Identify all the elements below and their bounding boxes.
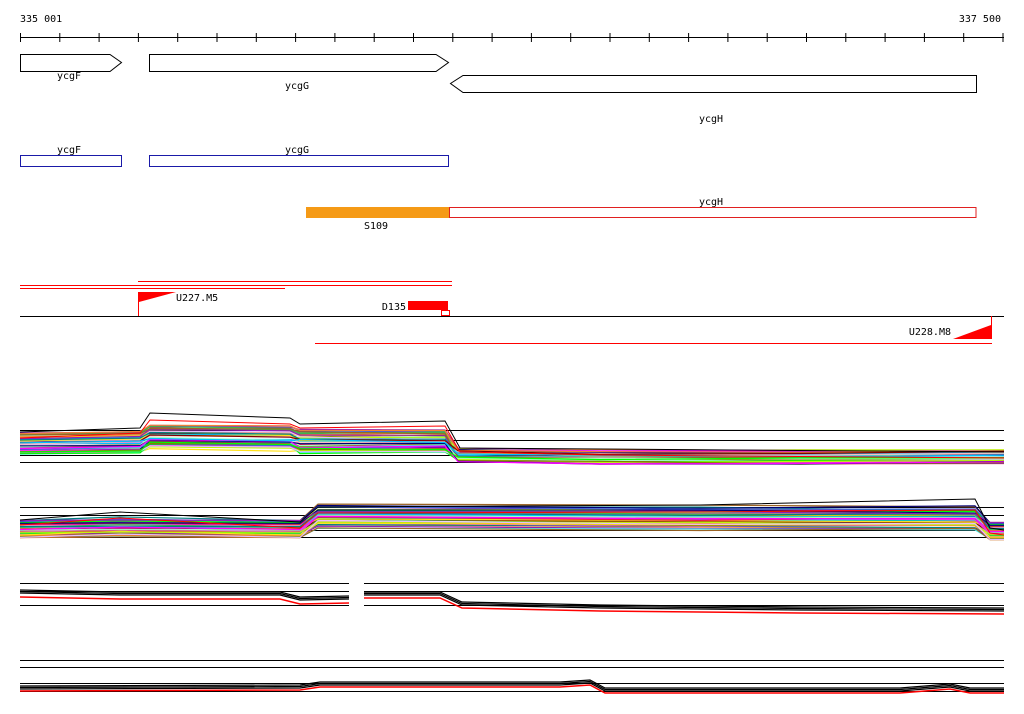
cds-label-ycgf: ycgF xyxy=(57,145,81,156)
gene-arrow-ycgg[interactable] xyxy=(149,54,450,72)
genome-browser-canvas: 335 001 337 500 ycgF ycgG ycgH ycgF ycgG… xyxy=(19,14,1005,694)
feature-label-d135: D135 xyxy=(382,302,406,313)
cds-track: ycgF ycgG xyxy=(20,145,449,167)
region-segment-label: S109 xyxy=(364,221,388,232)
feature-label-u228: U228.M8 xyxy=(909,327,951,338)
gene-label-ycgf: ycgF xyxy=(57,71,81,82)
expression-panel-4 xyxy=(19,660,1004,694)
region-track: ycgH S109 xyxy=(306,197,977,232)
expression-panel-3 xyxy=(19,583,1005,615)
region-box-label-ycgh: ycgH xyxy=(699,197,723,208)
feature-block-d135[interactable] xyxy=(408,301,447,310)
feature-small-box xyxy=(441,310,450,316)
feature-label-u227: U227.M5 xyxy=(176,293,218,304)
gene-label-ycgh: ycgH xyxy=(699,114,723,125)
region-segment-s109[interactable] xyxy=(306,207,449,218)
cds-box-ycgg[interactable] xyxy=(149,155,449,167)
gene-label-ycgg: ycgG xyxy=(285,81,309,92)
expression-panel-1 xyxy=(19,412,1005,465)
expression-panel-2 xyxy=(19,498,1005,541)
cds-label-ycgg: ycgG xyxy=(285,145,309,156)
feature-track: U227.M5 D135 U228.M8 xyxy=(20,281,1004,344)
gene-arrow-ycgh[interactable] xyxy=(449,75,977,93)
gene-arrow-ycgf[interactable] xyxy=(20,54,123,72)
coordinate-ruler: 335 001 337 500 xyxy=(20,14,1004,42)
ruler-start-label: 335 001 xyxy=(20,14,62,25)
gene-annotation-track: ycgF ycgG ycgH xyxy=(20,54,977,125)
feature-marker-u227[interactable] xyxy=(139,292,176,302)
region-box-ycgh[interactable] xyxy=(449,207,977,218)
cds-box-ycgf[interactable] xyxy=(20,155,122,167)
feature-marker-u228[interactable] xyxy=(953,325,991,339)
ruler-end-label: 337 500 xyxy=(959,14,1001,25)
